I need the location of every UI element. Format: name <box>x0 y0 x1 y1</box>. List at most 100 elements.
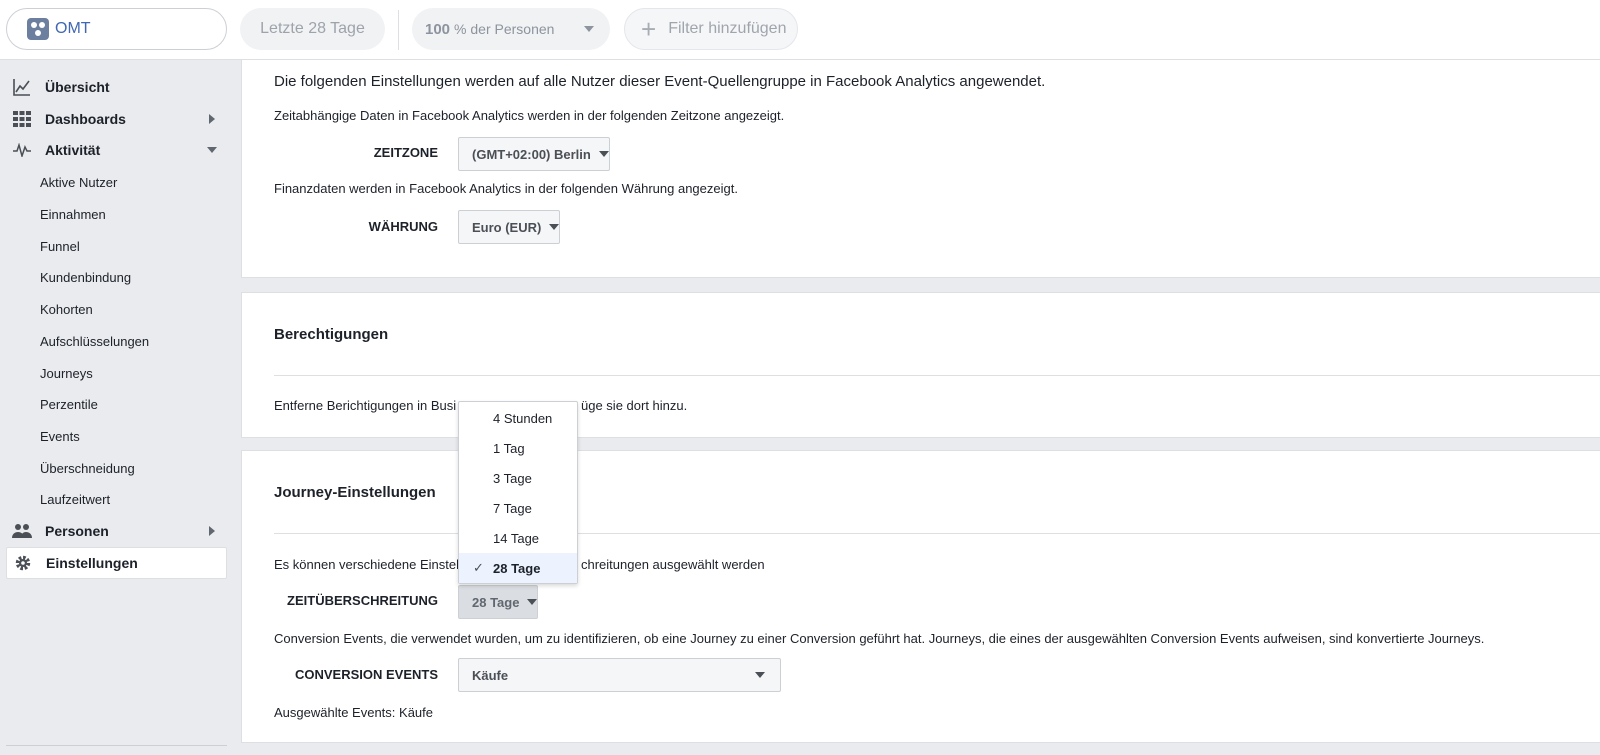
timezone-label: ZEITZONE <box>373 145 438 160</box>
sidebar-item-label: Events <box>40 428 80 444</box>
dropdown-option-4-hours[interactable]: 4 Stunden <box>459 403 577 433</box>
sidebar-item-label: Dashboards <box>45 111 126 127</box>
option-label: 3 Tage <box>493 470 532 486</box>
permissions-card: Berechtigungen Entferne Berichtigungen i… <box>241 292 1600 438</box>
sidebar-item-funnel[interactable]: Funnel <box>6 230 227 262</box>
sidebar-item-settings[interactable]: Einstellungen <box>6 547 227 579</box>
sidebar: Übersicht Dashboards Aktivität Aktive Nu… <box>0 60 236 755</box>
option-label: 1 Tag <box>493 440 525 456</box>
sidebar-item-label: Laufzeitwert <box>40 491 111 507</box>
currency-value: Euro (EUR) <box>472 219 542 235</box>
sidebar-item-overlap[interactable]: Überschneidung <box>6 452 227 484</box>
chevron-down-icon <box>755 672 765 678</box>
date-range-selector[interactable]: Letzte 28 Tage <box>240 8 385 50</box>
conversion-description: Conversion Events, die verwendet wurden,… <box>274 631 1485 646</box>
chevron-down-icon <box>584 26 594 32</box>
chevron-right-icon <box>209 526 215 536</box>
sidebar-item-label: Aktive Nutzer <box>40 174 118 190</box>
dropdown-option-1-day[interactable]: 1 Tag <box>459 433 577 463</box>
timeout-dropdown-menu: 4 Stunden 1 Tag 3 Tage 7 Tage 14 Tage ✓ … <box>458 401 578 584</box>
sidebar-item-active-users[interactable]: Aktive Nutzer <box>6 166 227 198</box>
sidebar-item-label: Einnahmen <box>40 206 106 222</box>
permissions-title: Berechtigungen <box>274 326 389 343</box>
grid-icon <box>12 109 32 129</box>
persons-value: 100 <box>425 20 451 38</box>
sidebar-item-people[interactable]: Personen <box>6 515 227 547</box>
sidebar-item-label: Perzentile <box>40 396 98 412</box>
permissions-divider <box>274 375 1600 376</box>
currency-label: WÄHRUNG <box>368 219 438 234</box>
sidebar-item-activity[interactable]: Aktivität <box>6 134 227 166</box>
app-name: OMT <box>55 20 91 37</box>
sidebar-item-overview[interactable]: Übersicht <box>6 71 227 103</box>
dropdown-option-14-days[interactable]: 14 Tage <box>459 523 577 553</box>
sidebar-item-label: Einstellungen <box>46 555 138 571</box>
option-label: 28 Tage <box>493 560 541 576</box>
sidebar-item-retention[interactable]: Kundenbindung <box>6 261 227 293</box>
sidebar-item-dashboards[interactable]: Dashboards <box>6 103 227 135</box>
plus-icon: + <box>641 14 657 44</box>
add-filter-label: Filter hinzufügen <box>668 20 787 37</box>
option-label: 14 Tage <box>493 530 540 546</box>
sidebar-divider <box>6 745 227 746</box>
top-bar: OMT Letzte 28 Tage 100 % der Personen + … <box>0 0 1600 60</box>
checkmark-icon: ✓ <box>473 560 484 575</box>
timezone-value: (GMT+02:00) Berlin <box>472 146 591 162</box>
sidebar-item-percentiles[interactable]: Perzentile <box>6 388 227 420</box>
journey-description-start: Es können verschiedene Einstel <box>274 557 460 572</box>
sidebar-item-label: Aktivität <box>45 142 101 158</box>
sidebar-item-revenue[interactable]: Einnahmen <box>6 198 227 230</box>
activity-pulse-icon <box>12 140 32 160</box>
timezone-description: Zeitabhängige Daten in Facebook Analytic… <box>274 108 785 123</box>
gear-icon <box>13 553 33 573</box>
sidebar-item-cohorts[interactable]: Kohorten <box>6 293 227 325</box>
date-range-label: Letzte 28 Tage <box>260 20 365 37</box>
dropdown-option-3-days[interactable]: 3 Tage <box>459 463 577 493</box>
chevron-down-icon <box>598 151 609 157</box>
conversion-events-select[interactable]: Käufe <box>458 658 781 692</box>
topbar-divider <box>398 10 399 50</box>
sidebar-item-label: Journeys <box>40 365 93 381</box>
option-label: 7 Tage <box>493 500 532 516</box>
app-selector[interactable]: OMT <box>6 8 227 50</box>
persons-selector[interactable]: 100 % der Personen <box>412 8 610 50</box>
sidebar-item-breakdowns[interactable]: Aufschlüsselungen <box>6 325 227 357</box>
dropdown-option-28-days[interactable]: ✓ 28 Tage <box>459 553 577 583</box>
chevron-down-icon <box>207 147 217 153</box>
conversion-events-value: Käufe <box>472 667 509 683</box>
currency-description: Finanzdaten werden in Facebook Analytics… <box>274 181 738 196</box>
sidebar-item-label: Kohorten <box>40 301 93 317</box>
persons-suffix: % der Personen <box>454 21 555 37</box>
dropdown-option-7-days[interactable]: 7 Tage <box>459 493 577 523</box>
add-filter-button[interactable]: + Filter hinzufügen <box>624 8 798 50</box>
option-label: 4 Stunden <box>493 410 553 426</box>
timeout-select[interactable]: 28 Tage <box>458 585 539 619</box>
sidebar-item-journeys[interactable]: Journeys <box>6 357 227 389</box>
sidebar-item-label: Aufschlüsselungen <box>40 333 150 349</box>
timeout-value: 28 Tage <box>472 594 520 610</box>
timezone-select[interactable]: (GMT+02:00) Berlin <box>458 137 610 171</box>
sidebar-item-lifetime-value[interactable]: Laufzeitwert <box>6 483 227 515</box>
permissions-description-end: üge sie dort hinzu. <box>581 398 688 413</box>
journey-description-end: chreitungen ausgewählt werden <box>581 557 765 572</box>
chevron-down-icon <box>527 599 538 605</box>
currency-select[interactable]: Euro (EUR) <box>458 210 561 244</box>
chart-line-icon <box>12 77 32 97</box>
sidebar-item-label: Überschneidung <box>40 460 135 476</box>
chevron-down-icon <box>549 224 560 230</box>
sidebar-item-label: Funnel <box>40 238 80 254</box>
conversion-events-label: CONVERSION EVENTS <box>294 667 438 682</box>
app-logo-icon <box>27 18 49 40</box>
permissions-description-start: Entferne Berichtigungen in Busi <box>274 398 457 413</box>
general-settings-card: Die folgenden Einstellungen werden auf a… <box>241 60 1600 278</box>
journey-settings-card: Journey-Einstellungen Es können verschie… <box>241 450 1600 743</box>
selected-events-text: Ausgewählte Events: Käufe <box>274 705 433 720</box>
chevron-right-icon <box>209 114 215 124</box>
sidebar-item-label: Personen <box>45 523 109 539</box>
sidebar-item-events[interactable]: Events <box>6 420 227 452</box>
sidebar-item-label: Übersicht <box>45 79 110 95</box>
settings-intro: Die folgenden Einstellungen werden auf a… <box>274 73 1046 90</box>
journey-title: Journey-Einstellungen <box>274 484 436 501</box>
timeout-label: ZEITÜBERSCHREITUNG <box>287 593 438 608</box>
sidebar-item-label: Kundenbindung <box>40 269 132 285</box>
